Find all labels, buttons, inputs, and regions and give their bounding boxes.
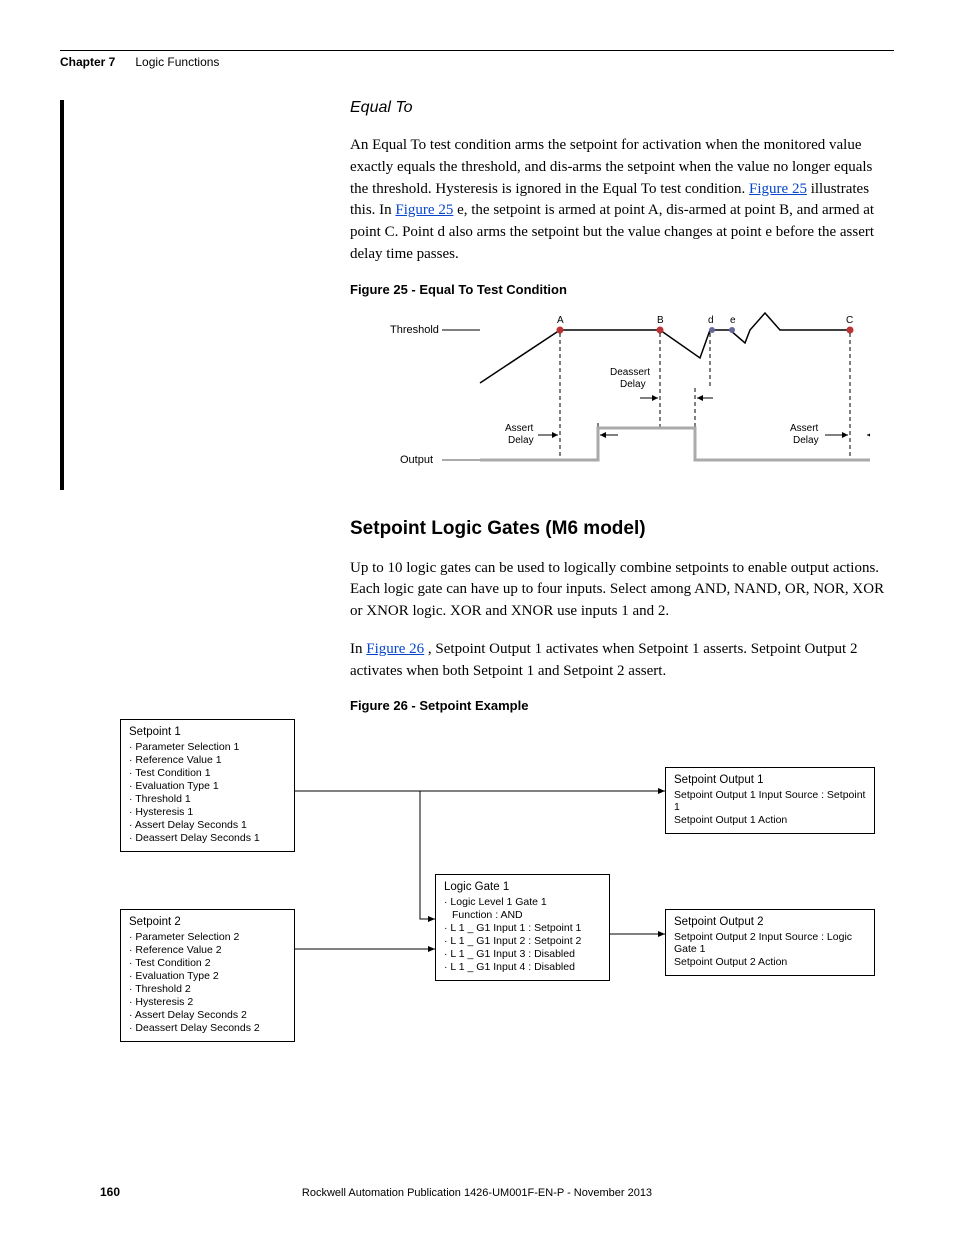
logic-gates-para-1: Up to 10 logic gates can be used to logi… <box>350 558 894 623</box>
box-title: Logic Gate 1 <box>444 881 601 893</box>
point-c-marker <box>847 326 854 333</box>
point-a-marker <box>557 326 564 333</box>
figure-26-caption: Figure 26 - Setpoint Example <box>350 698 894 713</box>
point-d-marker <box>709 327 715 333</box>
box-item: L 1 _ G1 Input 1 : Setpoint 1 <box>444 922 601 934</box>
header-rule <box>60 50 894 51</box>
text-run: , Setpoint Output 1 activates when Setpo… <box>350 641 857 679</box>
box-title: Setpoint 1 <box>129 726 286 738</box>
equal-to-heading: Equal To <box>350 99 894 117</box>
box-item: L 1 _ G1 Input 4 : Disabled <box>444 961 601 973</box>
box-item: Evaluation Type 1 <box>129 780 286 792</box>
box-item: Threshold 2 <box>129 983 286 995</box>
svg-text:Delay: Delay <box>620 379 646 390</box>
figure-26-diagram: Setpoint 1 Parameter Selection 1 Referen… <box>120 719 894 1049</box>
box-item: Reference Value 2 <box>129 944 286 956</box>
chapter-label: Chapter 7 <box>60 55 115 69</box>
box-item: Logic Level 1 Gate 1 <box>444 896 601 908</box>
box-item: Setpoint Output 1 Input Source : Setpoin… <box>674 789 866 813</box>
figure-26-link[interactable]: Figure 26 <box>366 641 424 657</box>
figure-25-link-2[interactable]: Figure 25 <box>395 202 453 218</box>
label-b: B <box>657 315 664 326</box>
assert-delay-label-1: Assert <box>505 423 534 434</box>
box-item: L 1 _ G1 Input 2 : Setpoint 2 <box>444 935 601 947</box>
box-item: Reference Value 1 <box>129 754 286 766</box>
text-run: In <box>350 641 366 657</box>
chapter-header: Chapter 7 Logic Functions <box>60 55 894 69</box>
box-title: Setpoint 2 <box>129 916 286 928</box>
side-accent-bar <box>60 100 64 490</box>
box-title: Setpoint Output 2 <box>674 916 866 928</box>
setpoint-output-2-box: Setpoint Output 2 Setpoint Output 2 Inpu… <box>665 909 875 976</box>
box-item: Assert Delay Seconds 1 <box>129 819 286 831</box>
logic-gates-para-2: In Figure 26 , Setpoint Output 1 activat… <box>350 639 894 683</box>
box-item: Deassert Delay Seconds 1 <box>129 832 286 844</box>
box-item: Function : AND <box>444 909 601 921</box>
box-item: Setpoint Output 2 Action <box>674 956 866 968</box>
page: Chapter 7 Logic Functions Equal To An Eq… <box>0 0 954 1235</box>
box-item: Setpoint Output 1 Action <box>674 814 866 826</box>
setpoint-1-box: Setpoint 1 Parameter Selection 1 Referen… <box>120 719 295 852</box>
box-title: Setpoint Output 1 <box>674 774 866 786</box>
box-item: Parameter Selection 2 <box>129 931 286 943</box>
svg-text:Delay: Delay <box>508 435 534 446</box>
box-item: Deassert Delay Seconds 2 <box>129 1022 286 1034</box>
chapter-title: Logic Functions <box>135 55 219 69</box>
box-item: L 1 _ G1 Input 3 : Disabled <box>444 948 601 960</box>
label-e: e <box>730 315 736 326</box>
box-item: Parameter Selection 1 <box>129 741 286 753</box>
figure-25-link[interactable]: Figure 25 <box>749 181 807 197</box>
setpoint-2-box: Setpoint 2 Parameter Selection 2 Referen… <box>120 909 295 1042</box>
figure-25-diagram: Threshold Output A B d e C <box>350 303 894 488</box>
equal-to-paragraph: An Equal To test condition arms the setp… <box>350 135 894 266</box>
footer-publication: Rockwell Automation Publication 1426-UM0… <box>0 1187 954 1199</box>
output-label: Output <box>400 454 433 466</box>
setpoint-output-1-box: Setpoint Output 1 Setpoint Output 1 Inpu… <box>665 767 875 834</box>
label-d: d <box>708 315 714 326</box>
threshold-label: Threshold <box>390 324 439 336</box>
box-item: Hysteresis 1 <box>129 806 286 818</box>
logic-gates-heading: Setpoint Logic Gates (M6 model) <box>350 518 894 540</box>
box-item: Threshold 1 <box>129 793 286 805</box>
deassert-delay-label: Deassert <box>610 367 650 378</box>
point-e-marker <box>729 327 735 333</box>
label-a: A <box>557 315 564 326</box>
svg-text:Delay: Delay <box>793 435 819 446</box>
box-item: Assert Delay Seconds 2 <box>129 1009 286 1021</box>
box-item: Test Condition 2 <box>129 957 286 969</box>
box-item: Hysteresis 2 <box>129 996 286 1008</box>
logic-gate-box: Logic Gate 1 Logic Level 1 Gate 1 Functi… <box>435 874 610 981</box>
main-content: Equal To An Equal To test condition arms… <box>350 99 894 713</box>
box-item: Test Condition 1 <box>129 767 286 779</box>
box-item: Evaluation Type 2 <box>129 970 286 982</box>
figure-25-caption: Figure 25 - Equal To Test Condition <box>350 282 894 297</box>
label-c: C <box>846 315 853 326</box>
box-item: Setpoint Output 2 Input Source : Logic G… <box>674 931 866 955</box>
assert-delay-label-2: Assert <box>790 423 819 434</box>
point-b-marker <box>657 326 664 333</box>
